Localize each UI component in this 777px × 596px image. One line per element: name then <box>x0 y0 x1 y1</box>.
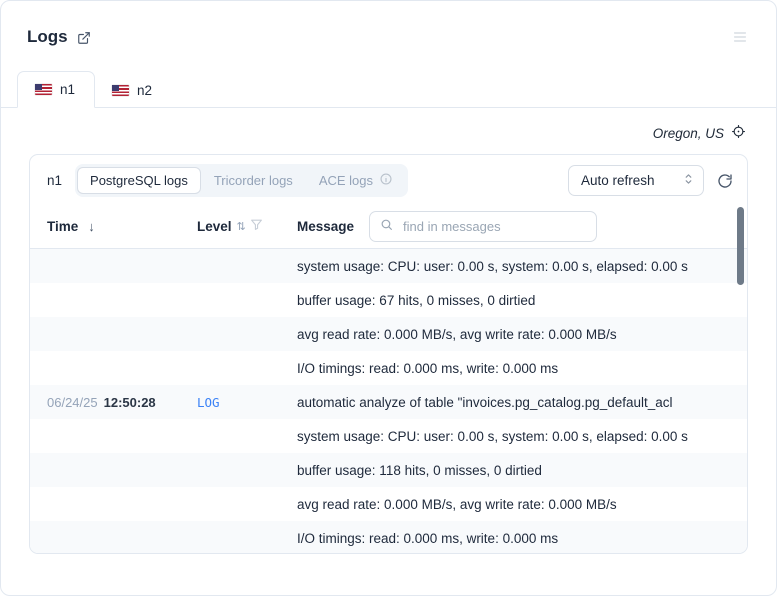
segment-label: Tricorder logs <box>213 173 293 188</box>
segment-postgresql-logs[interactable]: PostgreSQL logs <box>77 167 201 194</box>
cell-message: automatic analyze of table "invoices.pg_… <box>297 394 673 410</box>
us-flag-icon <box>112 85 130 96</box>
title-row: Logs <box>1 1 776 47</box>
cell-message: buffer usage: 118 hits, 0 misses, 0 dirt… <box>297 462 542 478</box>
node-label: n1 <box>47 173 63 188</box>
search-input[interactable] <box>401 217 587 235</box>
cell-message: avg read rate: 0.000 MB/s, avg write rat… <box>297 326 617 342</box>
cell-message: avg read rate: 0.000 MB/s, avg write rat… <box>297 496 617 512</box>
chevron-up-down-icon <box>683 172 694 189</box>
log-row[interactable]: buffer usage: 67 hits, 0 misses, 0 dirti… <box>30 283 747 317</box>
cell-message: system usage: CPU: user: 0.00 s, system:… <box>297 258 688 274</box>
log-row[interactable]: buffer usage: 118 hits, 0 misses, 0 dirt… <box>30 453 747 487</box>
region-row: Oregon, US <box>1 108 776 154</box>
sort-icon[interactable]: ⇅ <box>237 220 246 233</box>
cell-time: 12:50:28 <box>103 394 156 410</box>
log-source-segmented-control: PostgreSQL logs Tricorder logs ACE logs <box>75 164 409 197</box>
log-row[interactable]: system usage: CPU: user: 0.00 s, system:… <box>30 419 747 453</box>
page-title: Logs <box>27 27 68 46</box>
info-icon <box>379 172 393 189</box>
filter-icon[interactable] <box>250 218 263 234</box>
segment-tricorder-logs[interactable]: Tricorder logs <box>201 167 306 194</box>
column-level-label: Level <box>197 218 232 234</box>
menu-icon[interactable] <box>730 27 750 47</box>
message-search <box>369 210 598 242</box>
cell-message: I/O timings: read: 0.000 ms, write: 0.00… <box>297 530 559 546</box>
region-label: Oregon, US <box>652 125 724 141</box>
cell-message: I/O timings: read: 0.000 ms, write: 0.00… <box>297 360 559 376</box>
us-flag-icon <box>35 84 52 95</box>
auto-refresh-label: Auto refresh <box>581 173 655 188</box>
sort-desc-icon[interactable]: ↓ <box>88 219 95 234</box>
column-message-label: Message <box>297 218 355 234</box>
logs-card: Logs n1 n2 Oregon, US n1 PostgreSQL logs… <box>0 0 777 596</box>
tab-label: n1 <box>60 82 76 97</box>
table-header: Time ↓ Level ⇅ Message <box>30 204 747 249</box>
log-row[interactable]: I/O timings: read: 0.000 ms, write: 0.00… <box>30 521 747 553</box>
cell-message: system usage: CPU: user: 0.00 s, system:… <box>297 428 688 444</box>
log-row[interactable]: avg read rate: 0.000 MB/s, avg write rat… <box>30 487 747 521</box>
tab-n2[interactable]: n2 <box>95 73 171 108</box>
logs-toolbar: n1 PostgreSQL logs Tricorder logs ACE lo… <box>30 155 747 204</box>
cell-message: buffer usage: 67 hits, 0 misses, 0 dirti… <box>297 292 536 308</box>
log-row[interactable]: avg read rate: 0.000 MB/s, avg write rat… <box>30 317 747 351</box>
refresh-icon[interactable] <box>715 171 735 191</box>
log-row[interactable]: 06/24/25 12:50:28 LOG automatic analyze o… <box>30 385 747 419</box>
external-link-icon[interactable] <box>77 31 91 45</box>
cell-level: LOG <box>197 394 220 410</box>
cell-date: 06/24/25 <box>47 394 98 410</box>
segment-label: PostgreSQL logs <box>90 173 188 188</box>
log-row[interactable]: system usage: CPU: user: 0.00 s, system:… <box>30 249 747 283</box>
logs-panel: n1 PostgreSQL logs Tricorder logs ACE lo… <box>29 154 748 554</box>
auto-refresh-select[interactable]: Auto refresh <box>568 165 704 196</box>
log-table-body: system usage: CPU: user: 0.00 s, system:… <box>30 249 747 553</box>
tab-n1[interactable]: n1 <box>17 71 96 108</box>
log-row[interactable]: I/O timings: read: 0.000 ms, write: 0.00… <box>30 351 747 385</box>
column-time-label: Time <box>47 218 79 234</box>
scrollbar-thumb[interactable] <box>737 207 744 285</box>
segment-ace-logs[interactable]: ACE logs <box>306 166 406 195</box>
search-icon <box>380 218 393 234</box>
tab-label: n2 <box>137 83 153 98</box>
segment-label: ACE logs <box>318 173 374 188</box>
node-tabs: n1 n2 <box>1 71 776 108</box>
geo-target-icon <box>731 124 746 142</box>
